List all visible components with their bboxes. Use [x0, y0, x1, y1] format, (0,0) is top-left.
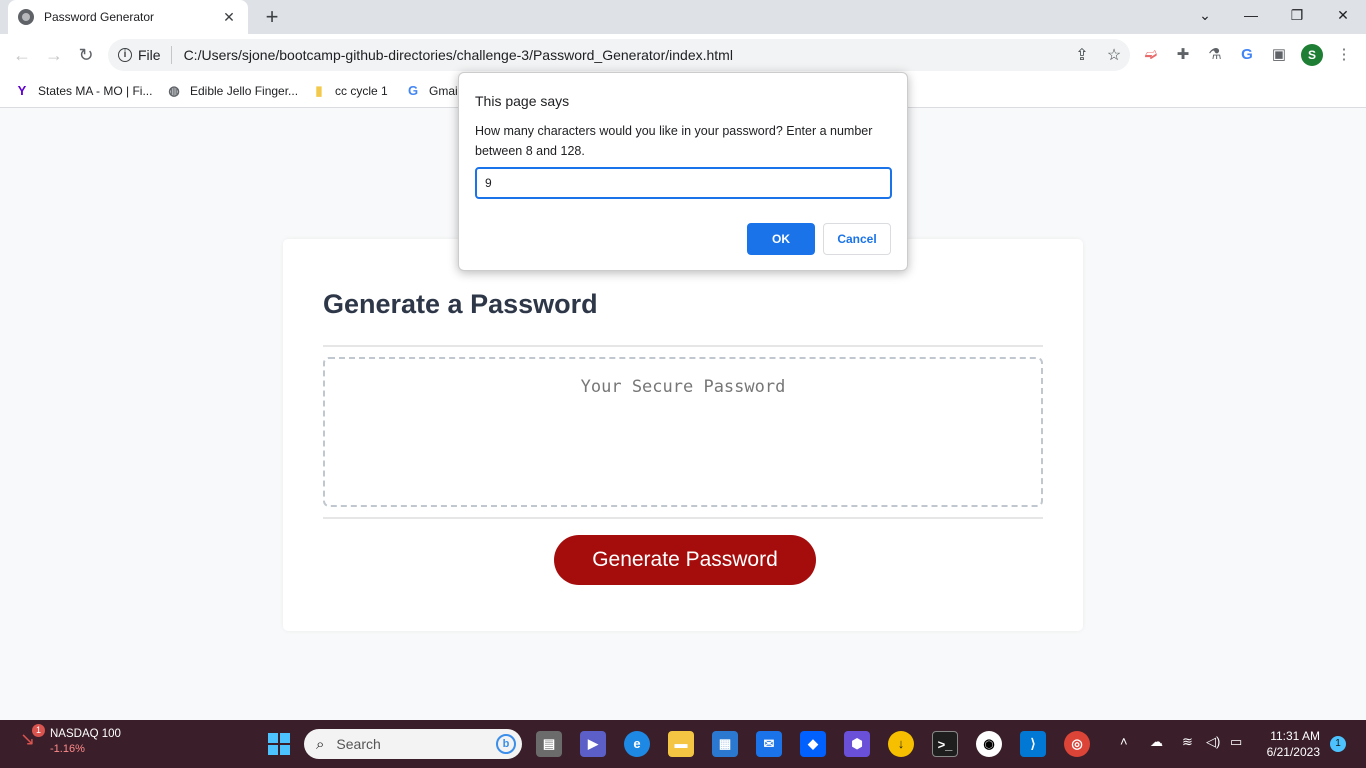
divider [323, 517, 1043, 519]
bookmark-item[interactable]: ◍ Edible Jello Finger... [166, 83, 298, 99]
terminal-icon[interactable]: >_ [932, 731, 958, 757]
browser-toolbar: ← → ↻ i File C:/Users/sjone/bootcamp-git… [0, 34, 1366, 76]
globe-icon: ◍ [168, 83, 180, 98]
cancel-button[interactable]: Cancel [823, 223, 891, 255]
password-output-box [323, 357, 1043, 507]
reload-icon[interactable]: ↻ [74, 43, 98, 67]
system-clock[interactable]: 11:31 AM 6/21/2023 [1258, 728, 1320, 760]
generate-password-button[interactable]: Generate Password [554, 535, 816, 585]
password-textarea[interactable] [325, 359, 1041, 505]
bookmark-label: Gmail [429, 84, 461, 98]
teams-chat-icon[interactable]: ▶ [580, 731, 606, 757]
chrome-icon[interactable]: ◎ [1064, 731, 1090, 757]
clock-date: 6/21/2023 [1266, 745, 1320, 759]
google-icon[interactable]: G [1236, 44, 1258, 66]
search-icon: ⌕ [316, 735, 325, 753]
bookmark-label: States MA - MO | Fi... [38, 84, 153, 98]
file-explorer-icon[interactable]: ▬ [668, 731, 694, 757]
bookmark-item[interactable]: Y States MA - MO | Fi... [14, 83, 153, 99]
tab-title: Password Generator [44, 10, 155, 24]
labs-flask-icon[interactable]: ⚗ [1204, 44, 1226, 66]
prompt-dialog: This page says How many characters would… [458, 72, 908, 271]
tab-strip: Password Generator ✕ + ⌄ — ❐ ✕ [0, 0, 1366, 34]
obsidian-icon[interactable]: ⬢ [844, 731, 870, 757]
stock-name: NASDAQ 100 [50, 728, 121, 740]
google-icon: G [407, 83, 419, 98]
password-generator-card: Generate a Password Generate Password [283, 239, 1083, 631]
bookmark-item[interactable]: ▮ cc cycle 1 [311, 83, 388, 99]
clock-time: 11:31 AM [1270, 729, 1320, 743]
mail-icon[interactable]: ✉ [756, 731, 782, 757]
stock-widget[interactable]: ↘ 1 NASDAQ 100 -1.16% [20, 724, 121, 755]
notification-badge[interactable]: 1 [1330, 736, 1346, 752]
extensions-puzzle-icon[interactable]: ✚ [1172, 44, 1194, 66]
url-scheme-label: File [138, 47, 161, 63]
microsoft-store-icon[interactable]: ▦ [712, 731, 738, 757]
dialog-message: How many characters would you like in yo… [475, 124, 873, 158]
forward-icon[interactable]: → [42, 43, 66, 67]
address-bar[interactable]: i File C:/Users/sjone/bootcamp-github-di… [108, 39, 1130, 71]
yahoo-icon: Y [17, 83, 27, 98]
ok-button[interactable]: OK [747, 223, 815, 255]
folder-icon: ▮ [315, 83, 323, 98]
close-tab-icon[interactable]: ✕ [220, 9, 238, 26]
info-icon[interactable]: i [118, 48, 132, 62]
battery-icon[interactable]: ▭ [1230, 734, 1242, 750]
vscode-icon[interactable]: ⟩ [1020, 731, 1046, 757]
new-tab-button[interactable]: + [260, 4, 284, 30]
edge-icon[interactable]: e [624, 731, 650, 757]
extension-arrow-icon[interactable]: ➫ [1140, 44, 1162, 66]
task-view-icon[interactable]: ▤ [536, 731, 562, 757]
volume-icon[interactable]: ◁) [1206, 734, 1220, 750]
bookmark-item[interactable]: G Gmail [405, 83, 460, 99]
page-heading: Generate a Password [323, 289, 598, 319]
bookmark-star-icon[interactable]: ☆ [1098, 45, 1130, 65]
taskbar-search[interactable]: ⌕ Search b [304, 729, 522, 759]
github-icon[interactable]: ◉ [976, 731, 1002, 757]
stock-chart-icon: ↘ 1 [20, 724, 45, 750]
back-icon[interactable]: ← [10, 43, 34, 67]
tab-search-icon[interactable]: ⌄ [1182, 0, 1228, 30]
dropbox-icon[interactable]: ◆ [800, 731, 826, 757]
divider [323, 345, 1043, 347]
close-window-icon[interactable]: ✕ [1320, 0, 1366, 30]
side-panel-icon[interactable]: ▣ [1268, 44, 1290, 66]
stock-change: -1.16% [50, 743, 85, 755]
bing-icon[interactable]: b [496, 734, 516, 754]
menu-dots-icon[interactable]: ⋮ [1333, 44, 1355, 66]
stock-badge: 1 [32, 724, 45, 737]
minimize-icon[interactable]: — [1228, 0, 1274, 30]
onedrive-cloud-icon[interactable]: ☁ [1150, 734, 1163, 750]
url-text[interactable]: C:/Users/sjone/bootcamp-github-directori… [184, 47, 1066, 63]
dialog-input[interactable] [475, 167, 892, 199]
share-icon[interactable]: ⇪ [1066, 45, 1098, 65]
tab-password-generator[interactable]: Password Generator ✕ [8, 0, 248, 34]
bookmark-label: Edible Jello Finger... [190, 84, 299, 98]
restore-icon[interactable]: ❐ [1274, 0, 1320, 30]
wifi-icon[interactable]: ≋ [1182, 734, 1193, 750]
profile-avatar[interactable]: S [1301, 44, 1323, 66]
windows-start-icon[interactable] [268, 733, 290, 755]
dialog-title: This page says [475, 93, 570, 109]
bookmark-label: cc cycle 1 [335, 84, 388, 98]
download-icon[interactable]: ↓ [888, 731, 914, 757]
globe-icon [18, 9, 34, 25]
divider [170, 46, 172, 64]
taskbar: ↘ 1 NASDAQ 100 -1.16% ⌕ Search b ▤ ▶ e ▬… [0, 720, 1366, 768]
chevron-up-icon[interactable]: ˄ [1120, 734, 1128, 749]
search-label: Search [336, 736, 381, 752]
